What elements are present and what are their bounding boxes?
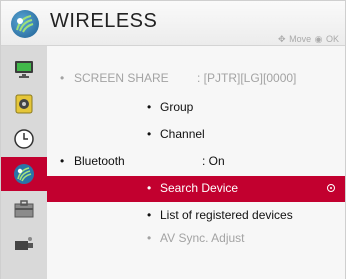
wireless-icon xyxy=(14,164,34,184)
sidebar xyxy=(1,46,47,279)
wireless-menu-window: WIRELESS ✥ Move ◉ OK • SCREEN SHARE: [P… xyxy=(0,0,346,279)
toolbox-icon xyxy=(14,200,34,218)
registered-devices-label: List of registered devices xyxy=(160,208,293,222)
hint-ok-label: OK xyxy=(325,34,339,44)
sidebar-item-option[interactable] xyxy=(1,192,47,226)
av-sync-label: AV Sync. Adjust xyxy=(160,231,245,245)
menu-item-group[interactable]: • Group xyxy=(47,95,345,121)
audio-icon xyxy=(15,94,33,114)
navigation-hint: ✥ Move ◉ OK xyxy=(277,34,339,45)
ok-button-icon: ◉ xyxy=(314,34,323,44)
sidebar-item-picture[interactable] xyxy=(1,52,47,86)
menu-item-channel[interactable]: • Channel xyxy=(47,122,345,148)
hint-move-label: Move xyxy=(289,34,312,44)
screen-share-value: : [PJTR][LG][0000] xyxy=(197,71,297,85)
page-title: WIRELESS xyxy=(50,10,158,32)
menu-item-av-sync: • AV Sync. Adjust xyxy=(147,231,245,245)
group-label: Group xyxy=(160,100,194,114)
screen-share-label: SCREEN SHARE xyxy=(74,71,169,85)
menu-item-bluetooth[interactable]: • Bluetooth : On xyxy=(47,149,345,175)
bluetooth-value: : On xyxy=(202,154,225,168)
sidebar-item-audio[interactable] xyxy=(1,87,47,121)
menu-list: • SCREEN SHARE : [PJTR][LG][0000] • Grou… xyxy=(47,46,345,279)
selected-indicator-icon xyxy=(327,184,335,192)
sidebar-item-wireless[interactable] xyxy=(1,157,47,191)
camera-icon xyxy=(15,237,33,250)
menu-header: WIRELESS ✥ Move ◉ OK xyxy=(1,1,345,46)
sidebar-item-time[interactable] xyxy=(1,122,47,156)
wireless-icon xyxy=(11,10,39,38)
bluetooth-label: Bluetooth xyxy=(74,154,125,168)
picture-icon xyxy=(15,61,33,78)
menu-item-search-device[interactable]: • Search Device xyxy=(47,176,345,202)
menu-item-screen-share: • SCREEN SHARE : [PJTR][LG][0000] xyxy=(60,71,297,85)
search-device-label: Search Device xyxy=(160,181,239,195)
clock-icon xyxy=(14,129,34,149)
navigate-arrows-icon: ✥ xyxy=(278,34,286,44)
channel-label: Channel xyxy=(160,127,205,141)
sidebar-item-support[interactable] xyxy=(1,227,47,261)
